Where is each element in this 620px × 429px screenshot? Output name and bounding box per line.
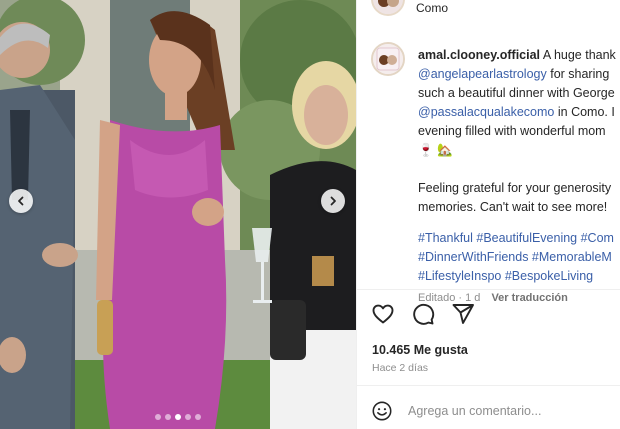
post-header: Como [357, 0, 620, 16]
post-media-carousel[interactable] [0, 0, 356, 429]
caption-line-6: Feeling grateful for your generosity [418, 181, 612, 195]
mention-link[interactable]: @passalacqualakecomo [418, 105, 554, 119]
carousel-prev-button[interactable] [9, 189, 33, 213]
post-actions [371, 302, 475, 326]
hashtag-line[interactable]: #LifestyleInspo #BespokeLiving [418, 267, 620, 286]
caption-avatar[interactable] [371, 42, 405, 76]
caption-username[interactable]: amal.clooney.official [418, 48, 540, 62]
chevron-left-icon [18, 196, 24, 206]
divider [357, 385, 620, 386]
caption-line-1: amal.clooney.official A huge thank [418, 46, 620, 65]
mention-link[interactable]: @angelapearlastrology [418, 67, 547, 81]
comment-input[interactable] [408, 401, 608, 421]
smiley-icon[interactable] [371, 400, 393, 422]
post-location[interactable]: Como [416, 1, 448, 15]
caption-line-2: @angelapearlastrology for sharing [418, 65, 620, 84]
carousel-dot [165, 414, 171, 420]
likes-count[interactable]: 10.465 Me gusta [372, 343, 468, 357]
caption-line-5: evening filled with wonderful mom [418, 124, 606, 138]
comment-bubble-icon[interactable] [411, 302, 435, 326]
post-side-panel: Como amal.clooney.official A huge thank … [356, 0, 620, 429]
caption-line-4: @passalacqualakecomo in Como. I [418, 103, 620, 122]
caption-line-7: memories. Can't wait to see more! [418, 200, 608, 214]
carousel-dot [175, 414, 181, 420]
avatar-image [373, 44, 403, 74]
translate-link[interactable]: Ver traducción [491, 292, 567, 304]
post-timestamp[interactable]: Hace 2 días [372, 362, 428, 374]
caption-text: amal.clooney.official A huge thank @ange… [418, 46, 620, 308]
heart-icon[interactable] [371, 302, 395, 326]
carousel-dot [185, 414, 191, 420]
caption-text-segment: A huge thank [542, 48, 616, 62]
carousel-dot [155, 414, 161, 420]
comment-composer [357, 394, 620, 429]
avatar[interactable] [371, 0, 405, 16]
caption-text-segment: for sharing [546, 67, 610, 81]
caption-text-segment: in Como. I [554, 105, 615, 119]
post-photo [0, 0, 356, 429]
hashtag-line[interactable]: #Thankful #BeautifulEvening #Com [418, 229, 620, 248]
carousel-dot [195, 414, 201, 420]
carousel-dots [0, 414, 356, 420]
avatar-image [373, 0, 403, 14]
caption-emoji-line: 🍷 🏡 [418, 143, 453, 157]
chevron-right-icon [330, 196, 336, 206]
carousel-next-button[interactable] [321, 189, 345, 213]
hashtag-line[interactable]: #DinnerWithFriends #MemorableM [418, 248, 620, 267]
caption-line-3: such a beautiful dinner with George [418, 86, 615, 100]
paper-plane-icon[interactable] [451, 302, 475, 326]
divider [357, 289, 620, 290]
